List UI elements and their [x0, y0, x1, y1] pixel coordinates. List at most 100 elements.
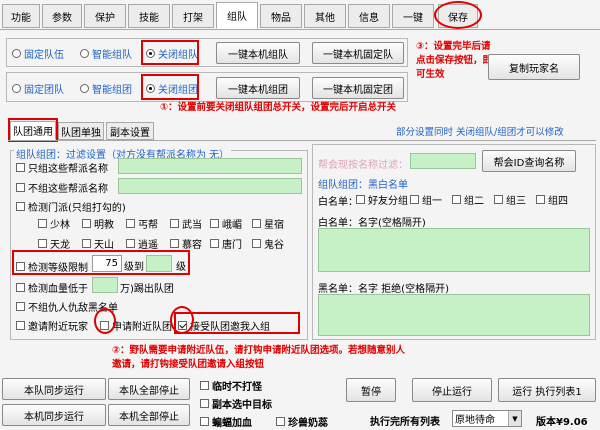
- check-pet-milk[interactable]: 珍兽奶蕊: [276, 414, 328, 429]
- checkbox-icon: [16, 202, 25, 211]
- checkbox-icon: [252, 239, 261, 248]
- team-stop-all-button[interactable]: 本队全部停止: [108, 378, 190, 400]
- black-names-area[interactable]: [318, 294, 590, 336]
- checkbox-icon: [200, 417, 209, 426]
- check-not-faction[interactable]: 不组这些帮派名称: [16, 180, 108, 195]
- subtab-dungeon[interactable]: 副本设置: [106, 122, 154, 140]
- onekey-team-button[interactable]: 一键本机组队: [216, 42, 300, 64]
- not-faction-field[interactable]: [118, 178, 302, 194]
- hp-low-field[interactable]: [92, 277, 118, 293]
- tab-info[interactable]: 信息: [348, 4, 390, 28]
- sect-murong[interactable]: 慕容: [170, 236, 202, 251]
- check-bat-heal[interactable]: 蝙蝠加血: [200, 414, 252, 429]
- tab-team[interactable]: 组队: [216, 2, 258, 29]
- checkbox-icon: [16, 163, 25, 172]
- help-filter-text: 帮会现按名称过滤：: [318, 160, 408, 171]
- sect-tianshan[interactable]: 天山: [82, 236, 114, 251]
- check-group1[interactable]: 组一: [410, 192, 442, 207]
- radio-icon: [12, 84, 21, 93]
- sect-mingjiao[interactable]: 明教: [82, 216, 114, 231]
- team-sync-run-button[interactable]: 本队同步运行: [2, 378, 106, 400]
- checkbox-icon: [38, 219, 47, 228]
- checkbox-icon: [210, 219, 219, 228]
- checkbox-icon: [200, 399, 209, 408]
- subtab-line: [8, 140, 596, 141]
- tab-skills[interactable]: 技能: [128, 4, 170, 28]
- machine-sync-run-button[interactable]: 本机同步运行: [2, 404, 106, 426]
- checkbox-icon: [452, 195, 461, 204]
- onekey-group-button[interactable]: 一键本机组团: [216, 77, 300, 99]
- check-sect[interactable]: 检测门派(只组打勾的): [16, 199, 126, 214]
- subtab-common-highlight: [8, 118, 58, 142]
- help-filter-field[interactable]: [410, 153, 476, 169]
- checkbox-icon: [16, 183, 25, 192]
- check-friends[interactable]: 好友分组: [356, 192, 408, 207]
- checkbox-icon: [16, 283, 25, 292]
- help-id-query-button[interactable]: 帮会ID查询名称: [482, 150, 576, 172]
- run-list-button[interactable]: 运行 执行列表1: [498, 378, 596, 402]
- check-invite-near[interactable]: 邀请附近玩家: [16, 318, 88, 333]
- sect-xingxiu[interactable]: 星宿: [252, 216, 284, 231]
- onekey-fixed-group-button[interactable]: 一键本机固定团: [312, 77, 404, 99]
- checkbox-icon: [170, 239, 179, 248]
- sect-tangmen[interactable]: 唐门: [210, 236, 242, 251]
- sect-gaibang[interactable]: 丐帮: [126, 216, 158, 231]
- white-label: 白名单：: [318, 197, 358, 208]
- sect-wudang[interactable]: 武当: [170, 216, 202, 231]
- checkbox-icon: [170, 219, 179, 228]
- check-group2[interactable]: 组二: [452, 192, 484, 207]
- note-apply: ②：野队需要申请附近队伍，请打钩申请附近队团选项。若想随意别人邀请，请打钩接受队…: [112, 345, 406, 370]
- checkbox-icon: [200, 381, 209, 390]
- exec-label: 执行完所有列表: [370, 417, 440, 428]
- black-names-label: 黑名单：名字 拒绝(空格隔开): [318, 284, 449, 295]
- tab-other[interactable]: 其他: [304, 4, 346, 28]
- tab-protect[interactable]: 保护: [84, 4, 126, 28]
- checkbox-icon: [356, 195, 365, 204]
- checkbox-icon: [210, 239, 219, 248]
- sect-guigu[interactable]: 鬼谷: [252, 236, 284, 251]
- checkbox-icon: [16, 321, 25, 330]
- checkbox-icon: [252, 219, 261, 228]
- checkbox-icon: [126, 219, 135, 228]
- sect-emei[interactable]: 峨嵋: [210, 216, 242, 231]
- check-dungeon-target[interactable]: 副本选中目标: [200, 396, 272, 411]
- bw-title: 组队组团：黑白名单: [318, 180, 408, 191]
- onekey-fixed-team-button[interactable]: 一键本机固定队: [312, 42, 404, 64]
- radio-smart-group[interactable]: 智能组团: [80, 81, 132, 96]
- pause-button[interactable]: 暂停: [346, 378, 396, 402]
- accept-invite-ring: [170, 306, 194, 334]
- check-only-faction[interactable]: 只组这些帮派名称: [16, 160, 108, 175]
- tab-onekey[interactable]: 一键: [392, 4, 434, 28]
- copy-player-name-button[interactable]: 复制玩家名: [488, 54, 580, 80]
- radio-smart-team[interactable]: 智能组队: [80, 46, 132, 61]
- sect-tianlong[interactable]: 天龙: [38, 236, 70, 251]
- radio-icon: [80, 49, 89, 58]
- close-group-highlight: [141, 74, 199, 100]
- sect-xiaoyao[interactable]: 逍遥: [126, 236, 158, 251]
- check-group4[interactable]: 组四: [536, 192, 568, 207]
- radio-icon: [12, 49, 21, 58]
- subtab-single[interactable]: 队团单独: [58, 122, 104, 140]
- only-faction-field[interactable]: [118, 158, 302, 174]
- tab-params[interactable]: 参数: [42, 4, 82, 28]
- machine-stop-all-button[interactable]: 本机全部停止: [108, 404, 190, 426]
- stop-run-button[interactable]: 停止运行: [412, 378, 492, 402]
- checkbox-icon: [410, 195, 419, 204]
- checkbox-icon: [16, 302, 25, 311]
- white-names-area[interactable]: [318, 228, 590, 272]
- note-save: ③：设置完毕后请点击保存按钮，即可生效: [416, 41, 493, 80]
- check-no-fight[interactable]: 临时不打怪: [200, 378, 262, 393]
- note-switch: ①：设置前要关闭组队组团总开关，设置完后开启总开关: [160, 102, 397, 113]
- save-highlight-ring: [434, 1, 482, 29]
- radio-fixed-team[interactable]: 固定队伍: [12, 46, 64, 61]
- checkbox-icon: [536, 195, 545, 204]
- tab-fight[interactable]: 打架: [172, 4, 214, 28]
- radio-fixed-group[interactable]: 固定团队: [12, 81, 64, 96]
- tab-function[interactable]: 功能: [2, 4, 40, 28]
- check-group3[interactable]: 组三: [494, 192, 526, 207]
- action-select[interactable]: 原地待命 ▼: [452, 410, 522, 427]
- level-limit-highlight: [12, 250, 190, 275]
- tab-items[interactable]: 物品: [260, 4, 302, 28]
- check-hp-low[interactable]: 检测血量低于: [16, 280, 88, 295]
- sect-shaolin[interactable]: 少林: [38, 216, 70, 231]
